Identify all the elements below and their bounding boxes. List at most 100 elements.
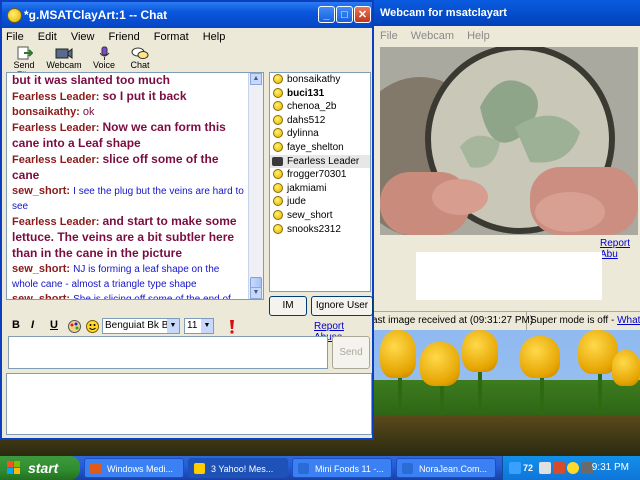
smiley-icon — [273, 209, 283, 220]
smiley-icon — [273, 114, 283, 125]
user-list-item[interactable]: frogger70301 — [270, 168, 370, 182]
tray-temperature: 72 — [523, 463, 534, 473]
scroll-up-arrow-icon[interactable]: ▲ — [250, 73, 262, 85]
user-list-item[interactable]: bonsaikathy — [270, 73, 370, 87]
messenger-tray-icon[interactable] — [567, 462, 579, 474]
bold-button[interactable]: B — [12, 319, 20, 331]
chat-window: *g.MSATClayArt:1 -- Chat _ □ ✕ File Edit… — [0, 0, 374, 440]
taskbar: start Windows Medi... 3 Yahoo! Mes... Mini… — [0, 456, 640, 480]
smiley-icon — [273, 182, 283, 193]
user-list-item[interactable]: jude — [270, 195, 370, 209]
maximize-button[interactable]: □ — [336, 6, 353, 23]
webcam-statusbar: ast image received at (09:31:27 PM) Supe… — [372, 311, 640, 330]
windows-logo-icon — [7, 461, 20, 474]
chat-message: Fearless Leader: so I put it back — [12, 89, 244, 105]
menu-format[interactable]: Format — [154, 31, 189, 43]
smiley-icon — [273, 128, 283, 139]
user-name: jude — [287, 196, 306, 208]
webcam-menu-webcam[interactable]: Webcam — [411, 30, 454, 42]
chat-menubar: File Edit View Friend Format Help — [6, 28, 236, 46]
chat-message-log[interactable]: but it was slanted too much Fearless Lead… — [6, 72, 264, 300]
chat-button[interactable]: Chat — [122, 46, 158, 70]
user-list-item[interactable]: dylinna — [270, 127, 370, 141]
volume-icon[interactable] — [553, 462, 565, 474]
minimize-button[interactable]: _ — [318, 6, 335, 23]
tulip — [420, 342, 460, 386]
menu-edit[interactable]: Edit — [38, 31, 57, 43]
message-text: ok — [82, 106, 95, 118]
tulip — [462, 330, 498, 372]
webcam-report-abuse-link[interactable]: Report Abu — [600, 238, 640, 260]
network-icon[interactable] — [509, 462, 521, 474]
taskbar-button[interactable]: Windows Medi... — [84, 458, 184, 478]
im-button[interactable]: IM — [269, 296, 307, 316]
scroll-down-arrow-icon[interactable]: ▼ — [250, 287, 262, 299]
font-size-value: 11 — [187, 320, 198, 331]
webcam-menubar: File Webcam Help — [372, 26, 640, 46]
user-list-item[interactable]: chenoa_2b — [270, 100, 370, 114]
emoticon-icon[interactable] — [86, 320, 99, 333]
ignore-user-button[interactable]: Ignore User — [311, 296, 373, 316]
microphone-icon — [99, 46, 110, 60]
taskbar-button-label: NoraJean.Com... — [419, 464, 488, 474]
user-list-item[interactable]: snooks2312 — [270, 223, 370, 237]
super-mode-text: Super mode is off - — [530, 315, 618, 326]
user-list-item[interactable]: Fearless Leader — [270, 154, 370, 169]
taskbar-button[interactable]: NoraJean.Com... — [396, 458, 496, 478]
smiley-icon — [273, 223, 283, 234]
font-select-value: Benguiat Bk BT — [105, 320, 175, 331]
clock: 9:31 PM — [591, 462, 629, 473]
underline-button[interactable]: U — [50, 319, 58, 331]
chat-message: but it was slanted too much — [12, 73, 244, 89]
webcam-menu-file[interactable]: File — [380, 30, 398, 42]
message-sender: Fearless Leader: — [12, 216, 100, 228]
user-name: buci131 — [287, 87, 325, 99]
font-select[interactable]: Benguiat Bk BT ▼ — [102, 318, 180, 334]
webcam-button[interactable]: Webcam — [46, 46, 82, 70]
user-list-item[interactable]: faye_shelton — [270, 141, 370, 155]
tulip — [612, 350, 640, 386]
system-tray: 72 9:31 PM — [502, 456, 640, 480]
menu-friend[interactable]: Friend — [109, 31, 140, 43]
user-name: jakmiami — [287, 182, 327, 194]
smiley-icon — [273, 101, 283, 112]
user-list[interactable]: bonsaikathy buci131 chenoa_2b dahs512 dylinn… — [269, 72, 371, 292]
message-list: but it was slanted too much Fearless Lead… — [12, 73, 244, 299]
menu-help[interactable]: Help — [203, 31, 226, 43]
antivirus-icon[interactable] — [539, 462, 551, 474]
font-size-select[interactable]: 11 ▼ — [184, 318, 214, 334]
send-button[interactable]: Send — [332, 336, 370, 369]
webcam-label: Webcam — [46, 60, 82, 70]
taskbar-button[interactable]: 3 Yahoo! Mes... — [188, 458, 288, 478]
italic-button[interactable]: I — [31, 319, 34, 331]
user-name: snooks2312 — [287, 223, 341, 235]
voice-button[interactable]: Voice — [86, 46, 122, 70]
menu-view[interactable]: View — [71, 31, 95, 43]
color-palette-icon[interactable] — [68, 320, 81, 333]
last-image-status: ast image received at (09:31:27 PM) — [372, 312, 533, 330]
chat-message: sew_short: I see the plug but the veins … — [12, 184, 244, 214]
user-list-item[interactable]: buci131 — [270, 87, 370, 101]
message-sender: bonsaikathy: — [12, 106, 80, 118]
user-list-item[interactable]: jakmiami — [270, 182, 370, 196]
message-input[interactable] — [8, 336, 328, 369]
chevron-down-icon: ▼ — [167, 319, 179, 333]
user-name: frogger70301 — [287, 169, 347, 181]
taskbar-button[interactable]: Mini Foods 11 -... — [292, 458, 392, 478]
buzz-alert-icon[interactable] — [226, 319, 238, 334]
user-list-item[interactable]: sew_short — [270, 209, 370, 223]
chat-message: Fearless Leader: and start to make some … — [12, 214, 244, 262]
menu-file[interactable]: File — [6, 31, 24, 43]
close-button[interactable]: ✕ — [354, 6, 371, 23]
webcam-menu-help[interactable]: Help — [467, 30, 490, 42]
chat-scrollbar[interactable]: ▲ ▼ — [248, 73, 263, 299]
app-icon — [90, 463, 101, 474]
messenger-smiley-icon — [7, 8, 22, 23]
webcam-window: Webcam for msatclayart File Webcam Help … — [372, 0, 640, 330]
chat-bottom-pane — [6, 373, 372, 435]
user-list-item[interactable]: dahs512 — [270, 114, 370, 128]
whats-this-link[interactable]: What's th — [617, 315, 640, 326]
start-button[interactable]: start — [0, 456, 80, 480]
chat-titlebar[interactable]: *g.MSATClayArt:1 -- Chat _ □ ✕ — [2, 2, 372, 28]
user-name: chenoa_2b — [287, 101, 337, 113]
